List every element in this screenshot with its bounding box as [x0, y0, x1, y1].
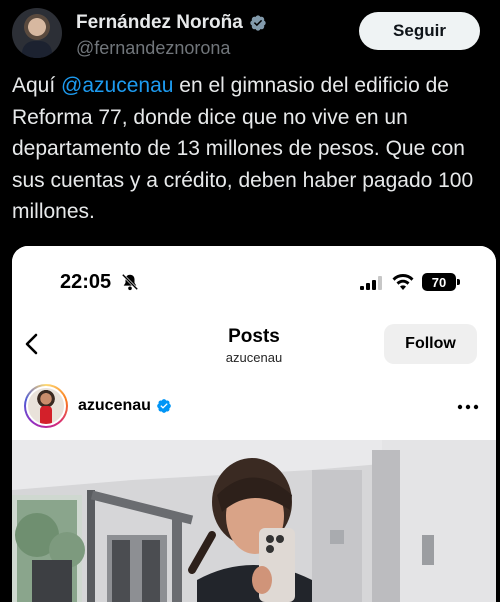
wifi-icon	[392, 274, 414, 290]
verified-badge-icon	[250, 15, 266, 31]
post-username[interactable]: azucenau	[78, 397, 151, 415]
battery-icon: 70	[422, 273, 460, 291]
tweet-text: Aquí @azucenau en el gimnasio del edific…	[12, 70, 492, 228]
author-display-name[interactable]: Fernández Noroña	[76, 12, 243, 34]
bell-off-icon	[121, 273, 139, 291]
post-avatar-photo	[26, 386, 66, 426]
tweet-media[interactable]: 22:05 70 Posts azucenau Follow azucenau	[12, 246, 496, 602]
instagram-nav-bar: Posts azucenau Follow	[12, 316, 496, 374]
signal-icon	[360, 276, 382, 290]
author-avatar[interactable]	[12, 8, 62, 58]
tweet-header: Fernández Noroña @fernandeznorona Seguir	[12, 8, 488, 64]
post-user-row: azucenau	[78, 397, 172, 415]
author-name-row: Fernández Noroña	[76, 12, 267, 34]
mention-link[interactable]: @azucenau	[61, 74, 173, 97]
seguir-button[interactable]: Seguir	[359, 12, 480, 50]
ig-verified-icon	[157, 399, 171, 413]
post-avatar[interactable]	[24, 384, 68, 428]
phone-status-bar: 22:05 70	[12, 246, 496, 316]
gym-mirror-selfie-image	[12, 440, 496, 602]
author-handle[interactable]: @fernandeznorona	[76, 38, 230, 59]
follow-button[interactable]: Follow	[384, 324, 477, 364]
status-time: 22:05	[60, 271, 112, 293]
post-header: azucenau	[12, 374, 496, 440]
tweet-text-start: Aquí	[12, 74, 62, 97]
more-dots-icon[interactable]	[457, 404, 479, 410]
post-photo[interactable]	[12, 440, 496, 602]
